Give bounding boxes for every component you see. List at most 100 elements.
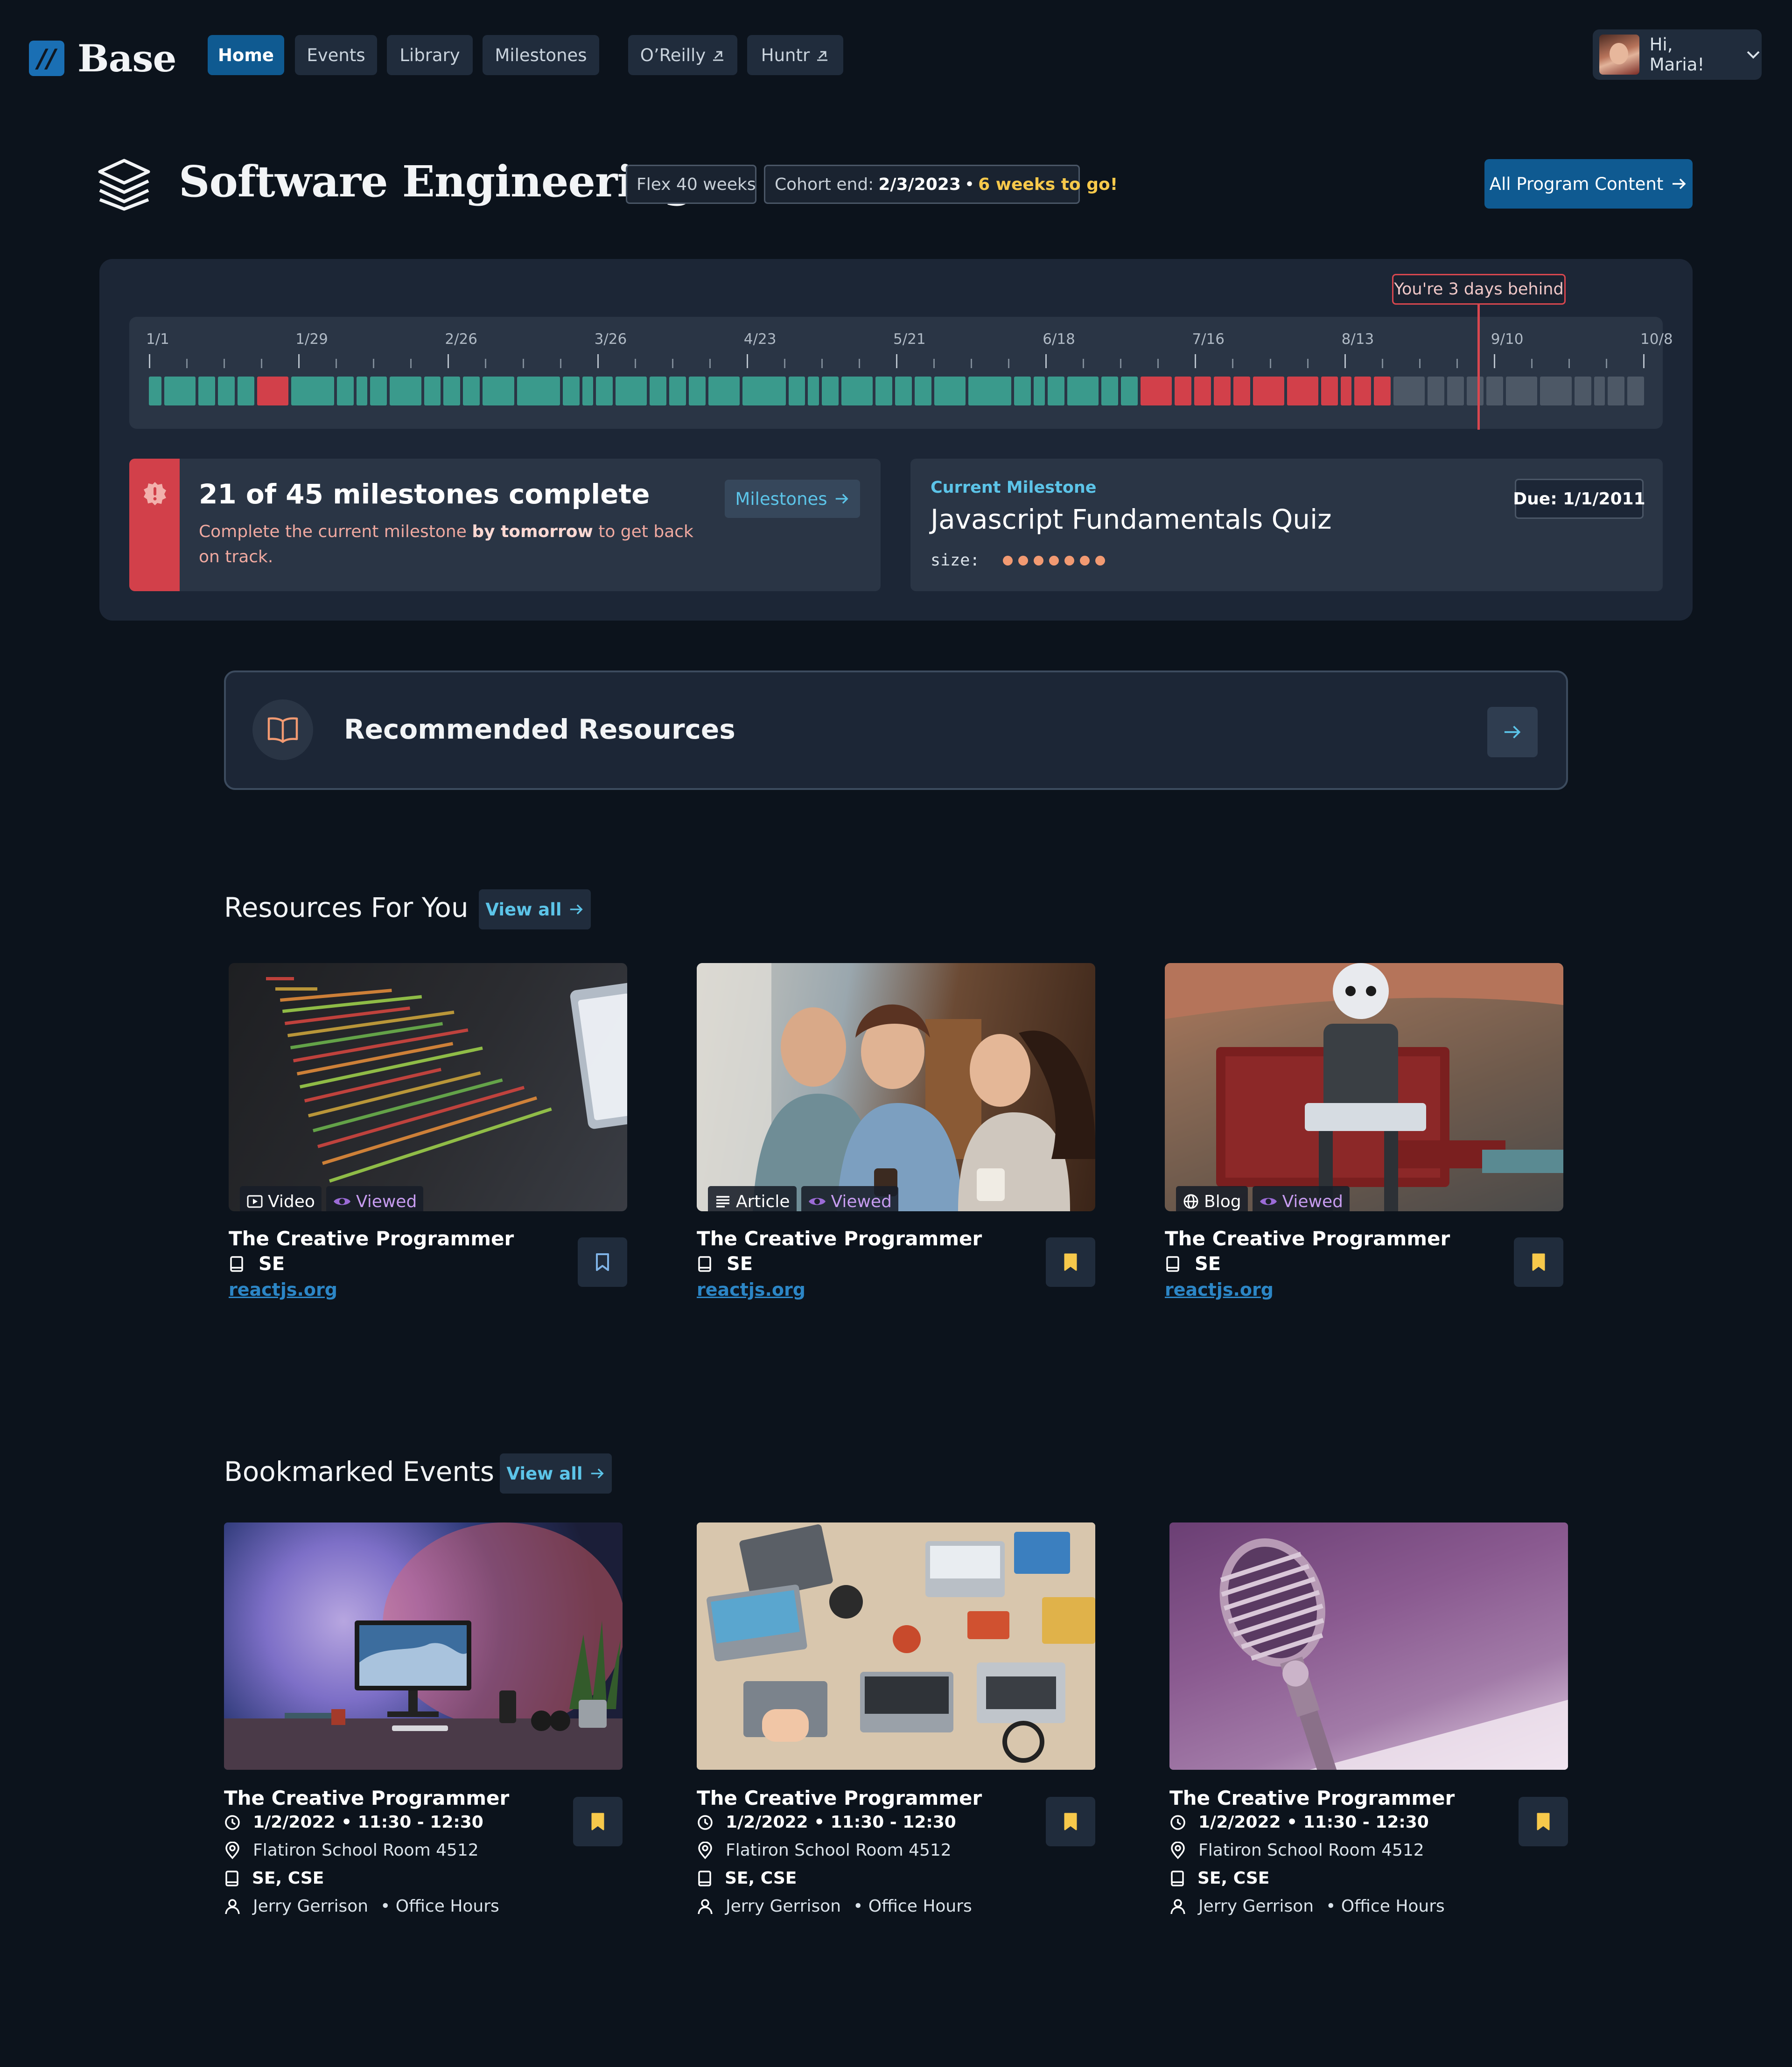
milestone-bar-done[interactable] [895, 377, 912, 405]
nav-link-oreilly[interactable]: O’Reilly [628, 35, 737, 75]
bookmark-button[interactable] [578, 1237, 627, 1287]
milestone-bar-done[interactable] [1120, 377, 1138, 405]
milestone-bar-upcoming[interactable] [1486, 377, 1504, 405]
milestone-bar-done[interactable] [337, 377, 354, 405]
milestone-bar-done[interactable] [291, 377, 334, 405]
arrow-right-icon [591, 1468, 604, 1479]
milestone-bar-missed[interactable] [1213, 377, 1231, 405]
nav-tab-home[interactable]: Home [208, 35, 284, 75]
arrow-right-icon [570, 904, 583, 915]
milestone-bar-done[interactable] [808, 377, 819, 405]
milestone-bar-upcoming[interactable] [1447, 377, 1464, 405]
nav-tab-events[interactable]: Events [295, 35, 377, 75]
milestone-bar-upcoming[interactable] [1594, 377, 1605, 405]
timeline-tick [1157, 359, 1159, 368]
recommended-open-button[interactable] [1487, 707, 1538, 757]
resource-card[interactable]: Blog Viewed The Creative Programmer SE r… [1165, 963, 1563, 1300]
milestone-bar-done[interactable] [934, 377, 966, 405]
recommended-resources-banner[interactable]: Recommended Resources [224, 670, 1568, 790]
timeline-tick [1381, 359, 1383, 368]
resource-link[interactable]: reactjs.org [229, 1279, 337, 1300]
milestone-bar-done[interactable] [821, 377, 839, 405]
bookmark-button[interactable] [1519, 1797, 1568, 1846]
milestone-bar-done[interactable] [841, 377, 873, 405]
milestone-bar-done[interactable] [689, 377, 706, 405]
milestone-bar-upcoming[interactable] [1627, 377, 1644, 405]
milestone-bar-done[interactable] [198, 377, 215, 405]
milestone-bar-upcoming[interactable] [1428, 377, 1445, 405]
bookmark-button[interactable] [573, 1797, 623, 1846]
resources-view-all-button[interactable]: View all [479, 889, 591, 929]
milestones-button[interactable]: Milestones [725, 480, 860, 518]
user-menu[interactable]: Hi, Maria! [1593, 29, 1762, 80]
milestone-bar-missed[interactable] [1287, 377, 1318, 405]
milestone-bar-done[interactable] [463, 377, 480, 405]
current-milestone-card[interactable]: Current Milestone Javascript Fundamental… [910, 459, 1663, 591]
milestone-bar-done[interactable] [483, 377, 514, 405]
milestone-bar-missed[interactable] [1321, 377, 1338, 405]
milestone-bar-done[interactable] [1014, 377, 1031, 405]
milestone-bar-done[interactable] [517, 377, 560, 405]
milestone-bar-missed[interactable] [1140, 377, 1172, 405]
milestone-bar-done[interactable] [443, 377, 461, 405]
milestone-bar-done[interactable] [669, 377, 686, 405]
resource-link[interactable]: reactjs.org [697, 1279, 805, 1300]
milestone-bar-missed[interactable] [1354, 377, 1372, 405]
milestone-bar-done[interactable] [562, 377, 580, 405]
timeline-tick [186, 359, 188, 368]
milestone-bar-done[interactable] [914, 377, 931, 405]
bookmark-button[interactable] [1046, 1797, 1095, 1846]
milestone-bar-done[interactable] [237, 377, 254, 405]
milestone-bar-done[interactable] [1047, 377, 1064, 405]
milestone-bar-upcoming[interactable] [1393, 377, 1425, 405]
milestone-bar-upcoming[interactable] [1540, 377, 1572, 405]
milestone-bar-done[interactable] [1067, 377, 1099, 405]
milestone-bar-done[interactable] [356, 377, 368, 405]
events-view-all-button[interactable]: View all [500, 1453, 612, 1494]
milestone-bar-missed[interactable] [257, 377, 288, 405]
milestone-bar-done[interactable] [149, 377, 161, 405]
resource-card[interactable]: Article Viewed The Creative Programmer S… [697, 963, 1095, 1300]
current-milestone-title: Javascript Fundamentals Quiz [931, 503, 1332, 535]
event-card[interactable]: The Creative Programmer 1/2/2022 • 11:30… [1169, 1522, 1568, 1916]
event-card[interactable]: The Creative Programmer 1/2/2022 • 11:30… [224, 1522, 623, 1916]
milestone-bar-done[interactable] [616, 377, 647, 405]
open-book-icon [252, 699, 313, 760]
milestone-bar-done[interactable] [424, 377, 441, 405]
nav-tab-milestones[interactable]: Milestones [483, 35, 599, 75]
viewed-badge: Viewed [1252, 1186, 1350, 1211]
milestone-bar-upcoming[interactable] [1574, 377, 1591, 405]
milestone-bar-done[interactable] [875, 377, 892, 405]
milestone-bar-done[interactable] [596, 377, 613, 405]
milestone-bar-missed[interactable] [1374, 377, 1391, 405]
milestone-bar-done[interactable] [1101, 377, 1118, 405]
all-program-content-button[interactable]: All Program Content [1484, 159, 1693, 209]
milestone-bar-upcoming[interactable] [1607, 377, 1624, 405]
resource-card[interactable]: Video Viewed The Creative Programmer SE … [229, 963, 627, 1300]
milestone-bar-done[interactable] [370, 377, 387, 405]
milestone-bar-missed[interactable] [1194, 377, 1211, 405]
resource-link[interactable]: reactjs.org [1165, 1279, 1274, 1300]
milestone-bar-done[interactable] [968, 377, 1012, 405]
event-card[interactable]: The Creative Programmer 1/2/2022 • 11:30… [697, 1522, 1095, 1916]
logo[interactable]: // Base [29, 36, 176, 80]
bookmark-button[interactable] [1514, 1237, 1563, 1287]
milestone-bar-done[interactable] [217, 377, 235, 405]
milestone-bar-upcoming[interactable] [1467, 377, 1484, 405]
milestone-bar-missed[interactable] [1253, 377, 1284, 405]
milestone-bar-missed[interactable] [1174, 377, 1191, 405]
milestone-bar-done[interactable] [742, 377, 786, 405]
milestone-bar-missed[interactable] [1340, 377, 1352, 405]
milestone-bar-done[interactable] [582, 377, 594, 405]
milestone-bar-done[interactable] [1034, 377, 1045, 405]
nav-tab-library[interactable]: Library [387, 35, 473, 75]
milestone-bar-done[interactable] [650, 377, 667, 405]
milestone-bar-done[interactable] [708, 377, 740, 405]
bookmark-button[interactable] [1046, 1237, 1095, 1287]
milestone-bar-done[interactable] [390, 377, 421, 405]
nav-link-huntr[interactable]: Huntr [747, 35, 843, 75]
milestone-bar-done[interactable] [164, 377, 196, 405]
milestone-bar-done[interactable] [788, 377, 805, 405]
milestone-bar-upcoming[interactable] [1506, 377, 1538, 405]
milestone-bar-missed[interactable] [1233, 377, 1250, 405]
